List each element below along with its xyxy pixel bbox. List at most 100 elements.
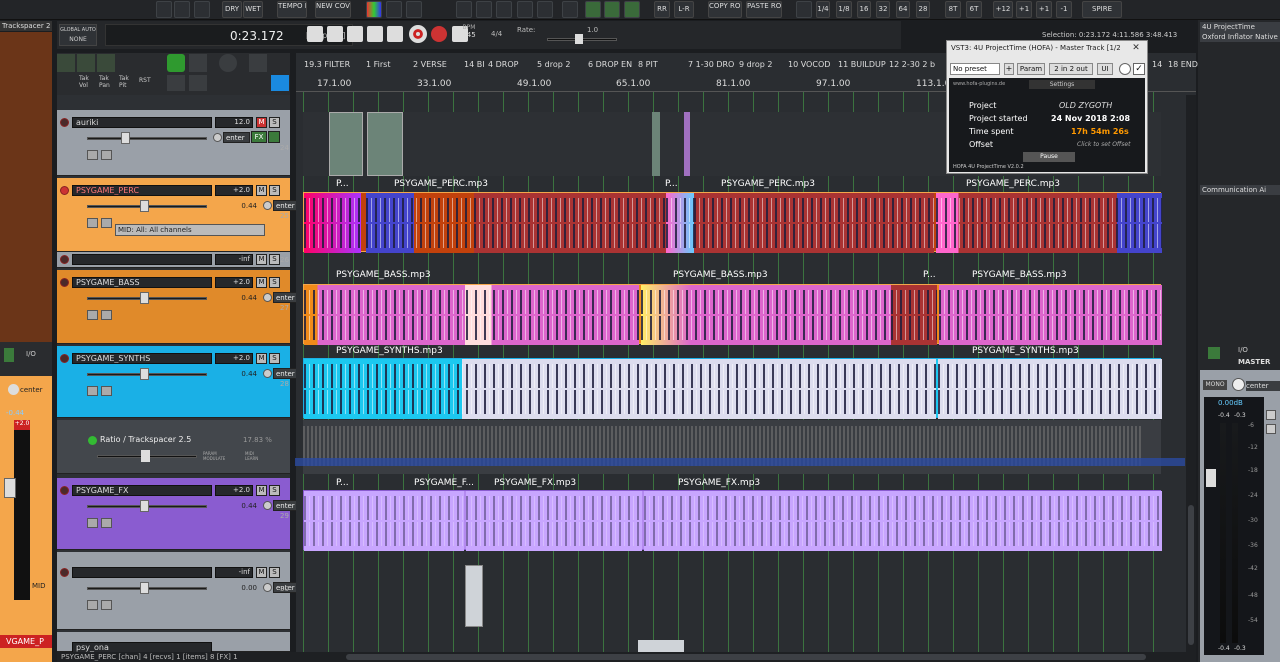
track-psy-ona[interactable]: psy_ona [57, 632, 290, 653]
color-icon[interactable] [366, 1, 382, 18]
record-arm-button[interactable] [60, 186, 69, 195]
pan-value[interactable]: enter [273, 368, 297, 379]
solo-button[interactable]: S [269, 254, 280, 265]
envelope-button[interactable] [87, 218, 98, 228]
marker[interactable]: 14 BI [464, 60, 485, 69]
tool-grid-icon[interactable] [57, 54, 75, 72]
plugin-close-icon[interactable]: ✕ [1131, 43, 1141, 53]
master-fx-button[interactable] [1208, 347, 1220, 359]
track-volume[interactable]: +2.0 [215, 353, 253, 364]
pan-value[interactable]: enter [273, 200, 297, 211]
zoom-icon[interactable] [156, 1, 172, 18]
track-ratio-envelope[interactable]: Ratio / Trackspacer 2.5 17.83 % PARAM MO… [57, 420, 290, 474]
edit-icon[interactable] [406, 1, 422, 18]
left-io-label[interactable]: I/O [26, 350, 36, 358]
grid-quarter-button[interactable]: 1/4 [816, 1, 830, 18]
media-item-synths[interactable] [938, 359, 1162, 419]
marker[interactable]: 2 VERSE [413, 60, 447, 69]
left-center-button[interactable]: center [20, 386, 43, 394]
volume-fader-knob[interactable] [140, 500, 149, 512]
midi-learn-button[interactable]: MIDI LEARN [245, 451, 265, 461]
tool-group-icon[interactable] [271, 75, 289, 91]
solo-button[interactable]: S [269, 117, 280, 128]
marker[interactable]: 10 VOCOD [788, 60, 830, 69]
volume-fader[interactable] [87, 137, 207, 140]
rst-button[interactable]: RST [139, 77, 155, 89]
media-item-bass[interactable] [304, 285, 639, 345]
pan-knob[interactable] [263, 501, 272, 510]
play-env-button[interactable] [101, 218, 112, 228]
plugin-title[interactable]: VST3: 4U ProjectTime (HOFA) - Master Tra… [951, 44, 1121, 52]
master-fader-knob[interactable] [1206, 469, 1216, 487]
media-item[interactable] [638, 640, 684, 652]
tool-sel-icon[interactable] [167, 75, 185, 91]
left-pan-knob[interactable] [8, 384, 19, 395]
media-item-bass[interactable] [641, 285, 891, 345]
save-icon[interactable] [194, 1, 210, 18]
grid-64-button[interactable]: 64 [896, 1, 910, 18]
marker[interactable]: 8 PIT [638, 60, 658, 69]
stop-button[interactable] [347, 26, 363, 42]
pan-knob[interactable] [263, 293, 272, 302]
track-volume[interactable]: -inf [215, 254, 253, 265]
track-volume[interactable]: +2.0 [215, 277, 253, 288]
track-auriki[interactable]: auriki 12.0 M S enter FX 24 [57, 110, 290, 176]
split-icon[interactable] [476, 1, 492, 18]
track-26[interactable]: -inf M S 26 [57, 252, 290, 268]
grid-16-button[interactable]: 16 [857, 1, 871, 18]
mute-button[interactable]: M [256, 117, 267, 128]
drum-icon[interactable] [456, 1, 472, 18]
play-env-button[interactable] [101, 310, 112, 320]
mute-button[interactable]: M [256, 485, 267, 496]
fx-button[interactable]: FX [251, 131, 267, 143]
media-item[interactable] [684, 112, 690, 176]
rr-button[interactable]: RR [654, 1, 670, 18]
media-item-perc[interactable] [366, 193, 666, 253]
offset-minus1-button[interactable]: -1 [1056, 1, 1072, 18]
pan-knob[interactable] [263, 583, 272, 592]
enable-checkbox[interactable]: ✓ [1133, 63, 1145, 75]
track-name[interactable]: PSYGAME_PERC [72, 185, 212, 196]
vertical-scrollbar[interactable] [1186, 95, 1196, 652]
preset-select[interactable]: No preset [950, 63, 1000, 75]
track-volume[interactable]: +2.0 [215, 185, 253, 196]
media-item-fx[interactable] [644, 491, 1162, 551]
media-item[interactable] [329, 112, 363, 176]
record-arm-button[interactable] [60, 568, 69, 577]
mute-button[interactable]: M [256, 567, 267, 578]
note-icon[interactable] [796, 1, 812, 18]
record-arm-button[interactable] [60, 354, 69, 363]
left-fx-button[interactable] [4, 348, 14, 362]
mute-button[interactable]: M [256, 353, 267, 364]
track-name[interactable]: auriki [72, 117, 212, 128]
metronome-button[interactable] [431, 26, 447, 42]
new-cover-button[interactable]: NEW COVER [315, 1, 351, 18]
io-button[interactable]: 2 in 2 out [1049, 63, 1093, 75]
envelope-button[interactable] [87, 386, 98, 396]
track-name[interactable]: PSYGAME_SYNTHS [72, 353, 212, 364]
lane-envelope[interactable] [295, 420, 1185, 474]
envelope-name[interactable]: Ratio / Trackspacer 2.5 [100, 435, 191, 444]
horizontal-scrollbar[interactable] [296, 652, 1196, 662]
glue-icon[interactable] [496, 1, 512, 18]
track-name[interactable] [72, 254, 212, 265]
track-psygame-bass[interactable]: PSYGAME_BASS +2.0 M S 0.44 enter FX 27 [57, 270, 317, 344]
media-item-perc[interactable] [936, 193, 1162, 253]
marker[interactable]: 14 [1152, 60, 1162, 69]
plugin-window[interactable]: VST3: 4U ProjectTime (HOFA) - Master Tra… [946, 40, 1148, 174]
marker[interactable]: 4 DROP [488, 60, 518, 69]
offset-plus12-button[interactable]: +12 [993, 1, 1013, 18]
tool-wave-icon[interactable] [97, 54, 115, 72]
media-item-perc[interactable] [666, 193, 694, 253]
pan-value[interactable]: enter [223, 132, 250, 143]
pan-knob[interactable] [213, 133, 222, 142]
record-arm-button[interactable] [60, 255, 69, 264]
vscroll-thumb[interactable] [1188, 505, 1194, 645]
record-arm-button[interactable] [60, 118, 69, 127]
marker[interactable]: 9 drop 2 [739, 60, 772, 69]
fx-bypass-button[interactable] [268, 131, 280, 143]
play-env-button[interactable] [101, 518, 112, 528]
param-modulate-button[interactable]: PARAM MODULATE [203, 451, 227, 461]
master-solo-button[interactable] [1266, 424, 1276, 434]
track-name[interactable]: PSYGAME_BASS [72, 277, 212, 288]
